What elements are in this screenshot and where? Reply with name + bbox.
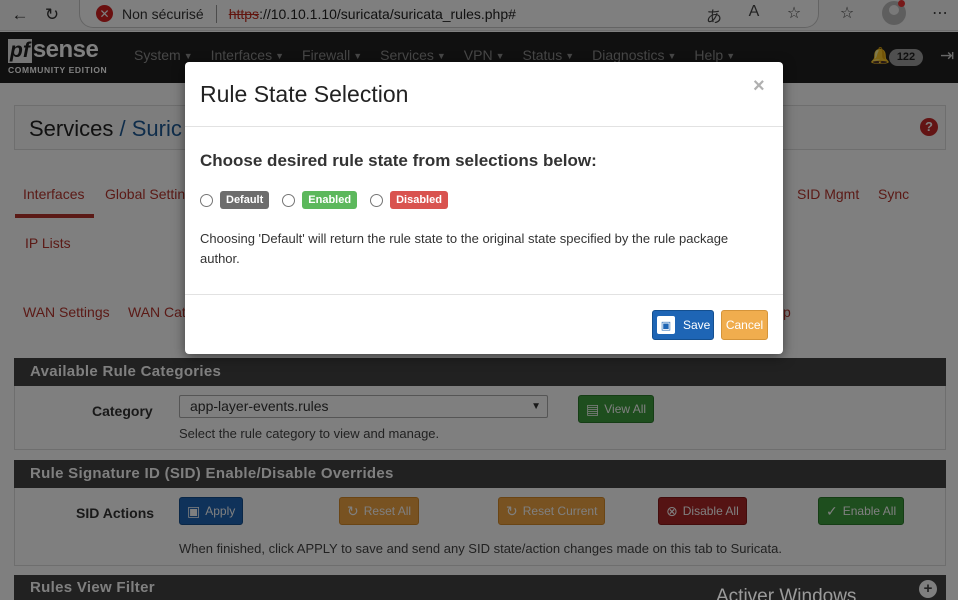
modal-heading: Choose desired rule state from selection… <box>200 151 597 170</box>
save-button[interactable]: ▣ Save <box>652 310 714 340</box>
label-enabled[interactable]: Enabled <box>302 191 358 209</box>
label-default[interactable]: Default <box>220 191 270 209</box>
activate-windows-watermark: Activer Windows <box>716 586 857 600</box>
save-icon: ▣ <box>657 316 675 334</box>
rule-state-options: Default Enabled Disabled <box>200 191 461 209</box>
rule-state-modal: Rule State Selection × Choose desired ru… <box>185 62 783 354</box>
modal-header-divider <box>185 126 783 127</box>
modal-footer-divider <box>185 294 783 295</box>
close-icon[interactable]: × <box>753 75 765 98</box>
radio-enabled[interactable] <box>282 193 296 207</box>
cancel-button[interactable]: Cancel <box>721 310 768 340</box>
modal-note: Choosing 'Default' will return the rule … <box>200 231 729 266</box>
radio-default[interactable] <box>200 193 213 207</box>
modal-title: Rule State Selection <box>200 81 409 107</box>
label-disabled[interactable]: Disabled <box>390 191 448 209</box>
radio-disabled[interactable] <box>370 193 384 207</box>
